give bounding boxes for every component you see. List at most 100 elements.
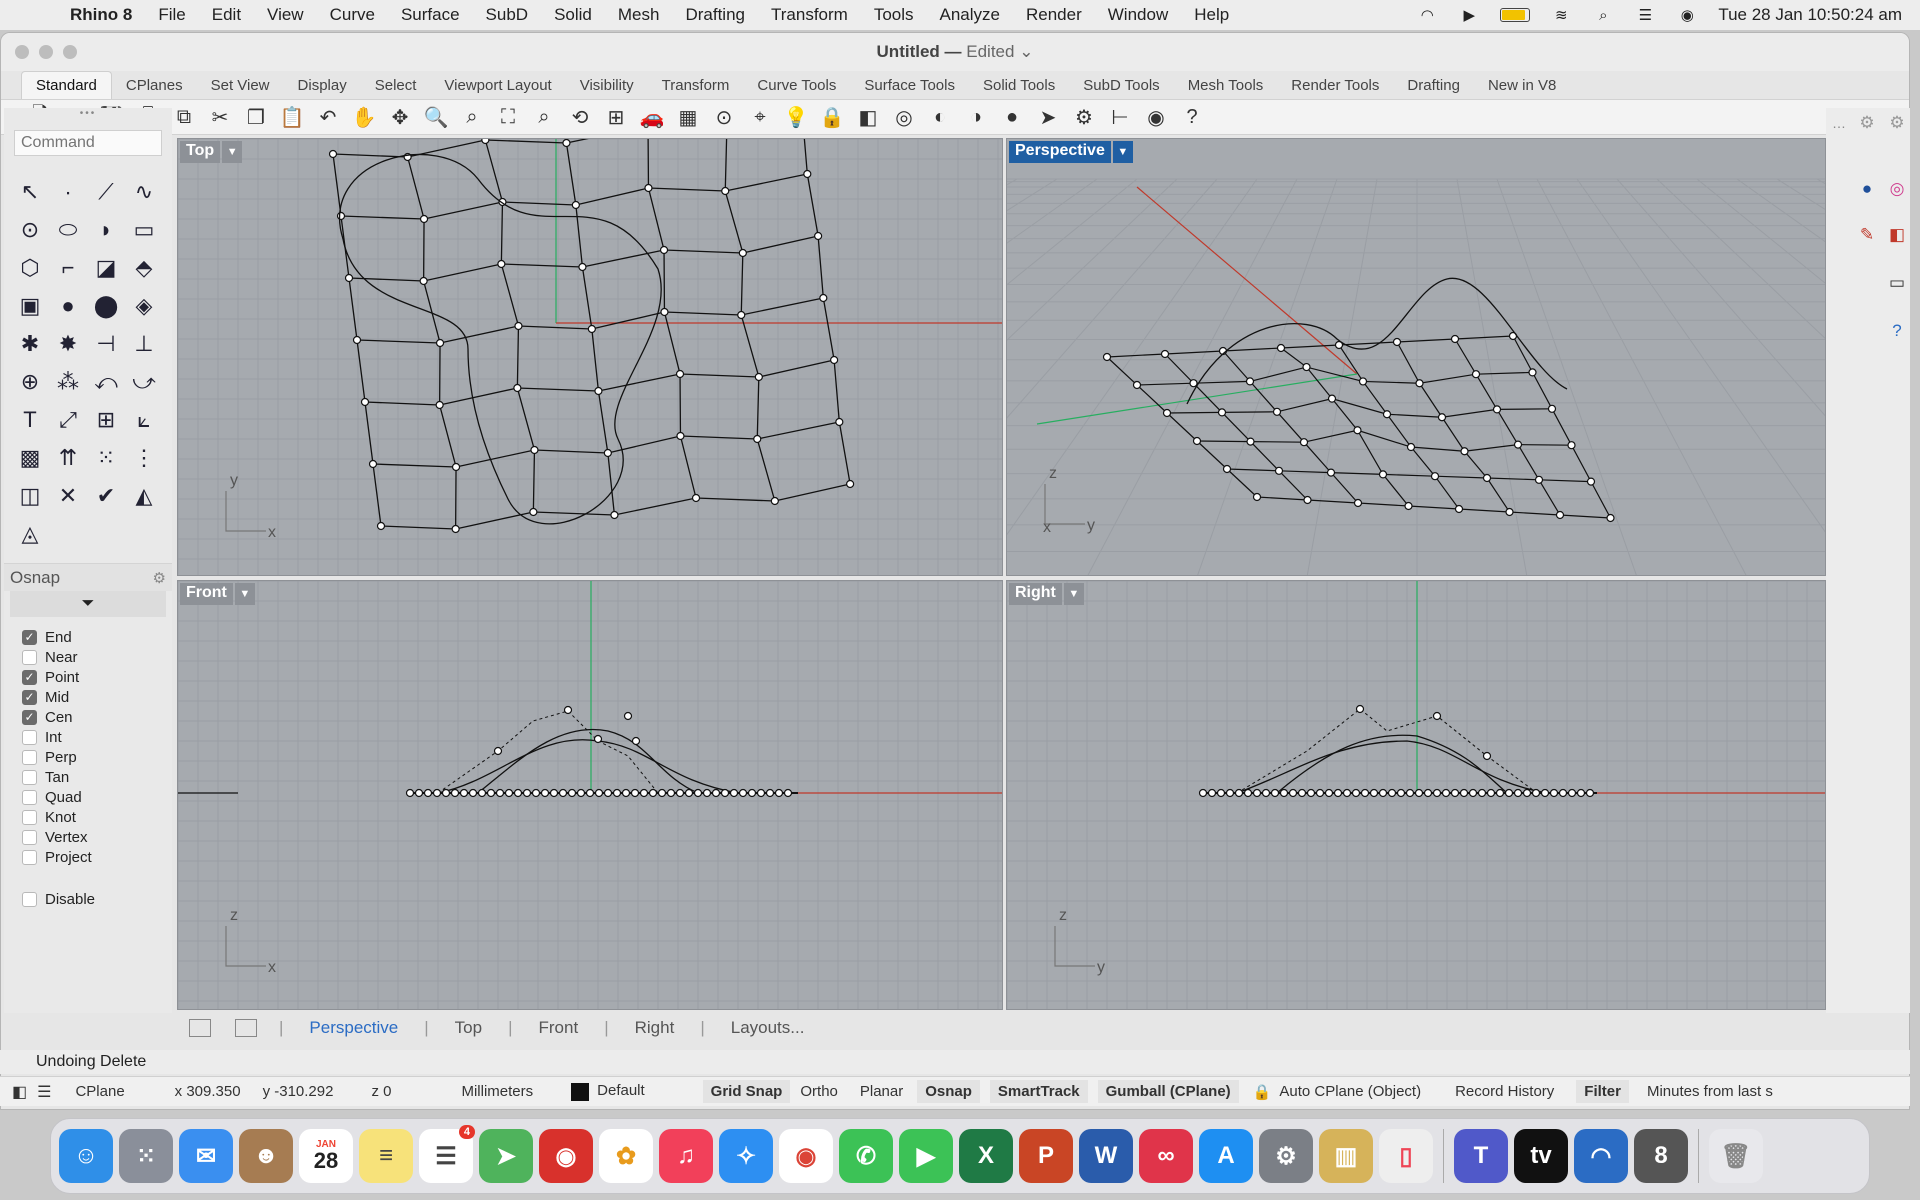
menu-subd[interactable]: SubD	[486, 5, 529, 25]
fillet-icon[interactable]: ⌐	[50, 250, 86, 285]
array-icon[interactable]: ⊞	[88, 402, 124, 437]
viewport-perspective[interactable]: Perspective ▼ z y x	[1006, 138, 1826, 576]
zoom-icon[interactable]: 🔍	[421, 102, 451, 132]
viewport-name[interactable]: Perspective	[1009, 141, 1111, 163]
single-viewport-icon[interactable]	[235, 1019, 257, 1037]
record-history-toggle[interactable]: Record History	[1455, 1083, 1554, 1100]
rotate-view-icon[interactable]: ✥	[385, 102, 415, 132]
menu-edit[interactable]: Edit	[212, 5, 241, 25]
tab-solid-tools[interactable]: Solid Tools	[969, 77, 1069, 99]
lock-icon[interactable]: 🔒	[1253, 1083, 1272, 1101]
osnap-icon[interactable]: ⌖	[745, 102, 775, 132]
menu-help[interactable]: Help	[1194, 5, 1229, 25]
book-icon[interactable]: ◫	[12, 478, 48, 513]
tab-transform[interactable]: Transform	[648, 77, 744, 99]
export-icon[interactable]: ⧉	[169, 102, 199, 132]
grid-snap-toggle[interactable]: Grid Snap	[702, 1080, 791, 1103]
ortho-toggle[interactable]: Ortho	[800, 1083, 838, 1100]
filter-toggle[interactable]: Filter	[1576, 1080, 1629, 1103]
facetime-icon[interactable]: ▶	[899, 1129, 953, 1183]
osnap-item[interactable]: Int	[22, 727, 172, 747]
smarttrack-toggle[interactable]: SmartTrack	[989, 1080, 1088, 1103]
tab-mesh-tools[interactable]: Mesh Tools	[1174, 77, 1278, 99]
shaded-icon[interactable]: ◐	[925, 102, 955, 132]
control-center-icon[interactable]: ☰	[1634, 6, 1656, 24]
chevron-down-icon[interactable]: ▼	[1063, 583, 1084, 605]
menu-window[interactable]: Window	[1108, 5, 1168, 25]
cube-blue-icon[interactable]: ▩	[12, 440, 48, 475]
status-units[interactable]: Millimeters	[461, 1083, 533, 1100]
finder-icon[interactable]: ☺	[59, 1129, 113, 1183]
system-settings-icon[interactable]: ⚙	[1259, 1129, 1313, 1183]
excel-icon[interactable]: X	[959, 1129, 1013, 1183]
gear-icon[interactable]: ⚙	[1886, 112, 1908, 134]
tab-surface-tools[interactable]: Surface Tools	[850, 77, 969, 99]
osnap-item[interactable]: Near	[22, 647, 172, 667]
osnap-disable[interactable]: Disable	[22, 889, 172, 909]
zoom-selected-icon[interactable]: ⌕	[529, 102, 559, 132]
creative-cloud-icon[interactable]: ∞	[1139, 1129, 1193, 1183]
calendar-icon[interactable]: JAN 28	[299, 1129, 353, 1183]
photo-booth-icon[interactable]: ◉	[539, 1129, 593, 1183]
join-icon[interactable]: ⊕	[12, 364, 48, 399]
layers-icon[interactable]: ◧	[1886, 224, 1908, 246]
planar-toggle[interactable]: Planar	[860, 1083, 903, 1100]
osnap-item[interactable]: Quad	[22, 787, 172, 807]
iphone-mirroring-icon[interactable]: ▯	[1379, 1129, 1433, 1183]
osnap-item[interactable]: Perp	[22, 747, 172, 767]
tab-viewport-layout[interactable]: Viewport Layout	[430, 77, 565, 99]
lock-icon[interactable]: 🔒	[817, 102, 847, 132]
viewport-top[interactable]: Top ▼ yx	[177, 138, 1003, 576]
osnap-item[interactable]: ✓ Mid	[22, 687, 172, 707]
osnap-checkbox[interactable]: ✓	[22, 689, 37, 705]
play-icon[interactable]: ▶	[1458, 6, 1480, 24]
osnap-checkbox[interactable]	[22, 749, 37, 765]
status-layer[interactable]: Default	[571, 1082, 645, 1101]
spotlight-icon[interactable]: ⌕	[1592, 6, 1614, 24]
menu-mesh[interactable]: Mesh	[618, 5, 660, 25]
maps-icon[interactable]: ➤	[479, 1129, 533, 1183]
pencil-icon[interactable]: ✎	[1856, 224, 1878, 246]
tab-set-view[interactable]: Set View	[197, 77, 284, 99]
dot-grid-icon[interactable]: ⁙	[88, 440, 124, 475]
trim-icon[interactable]: ⊣	[88, 326, 124, 361]
group-icon[interactable]: ⁂	[50, 364, 86, 399]
menu-solid[interactable]: Solid	[554, 5, 592, 25]
mesh-plane-icon[interactable]: ◈	[126, 288, 162, 323]
zoom-window-icon[interactable]: ⌕	[457, 102, 487, 132]
osnap-item[interactable]: Vertex	[22, 827, 172, 847]
tab-subd-tools[interactable]: SubD Tools	[1069, 77, 1173, 99]
osnap-item[interactable]: ✓ End	[22, 627, 172, 647]
undo-view-icon[interactable]: ⟲	[565, 102, 595, 132]
tools-icon[interactable]: ✕	[50, 478, 86, 513]
viewport-name[interactable]: Right	[1009, 583, 1062, 605]
photos-icon[interactable]: ✿	[599, 1129, 653, 1183]
command-input[interactable]	[14, 130, 162, 156]
explode-icon[interactable]: ✸	[50, 326, 86, 361]
pan-icon[interactable]: ✋	[349, 102, 379, 132]
trash-icon[interactable]: 🗑	[1709, 1129, 1763, 1183]
chevron-down-icon[interactable]: ▼	[234, 583, 255, 605]
vp-tab-front[interactable]: Front	[523, 1018, 595, 1038]
gear-icon[interactable]: ⚙	[1069, 102, 1099, 132]
box-icon[interactable]: ▣	[12, 288, 48, 323]
tab-cplanes[interactable]: CPlanes	[112, 77, 197, 99]
chevron-down-icon[interactable]: ⌄	[1019, 42, 1033, 61]
vp-tab-right[interactable]: Right	[619, 1018, 691, 1038]
osnap-checkbox[interactable]: ✓	[22, 669, 37, 685]
blend-curve-icon[interactable]: ⤻	[126, 364, 162, 399]
menu-analyze[interactable]: Analyze	[940, 5, 1000, 25]
circle-icon[interactable]: ⊙	[12, 212, 48, 247]
menu-transform[interactable]: Transform	[771, 5, 848, 25]
solid-sphere-icon[interactable]: ●	[50, 288, 86, 323]
osnap-checkbox[interactable]	[22, 649, 37, 665]
list-icon[interactable]: ☰	[37, 1082, 51, 1102]
boolean-icon[interactable]: ✱	[12, 326, 48, 361]
app-store-icon[interactable]: A	[1199, 1129, 1253, 1183]
osnap-checkbox[interactable]	[22, 829, 37, 845]
ruler-icon[interactable]: ⋮	[126, 440, 162, 475]
wifi-icon[interactable]: ≋	[1550, 6, 1572, 24]
vp-tab-top[interactable]: Top	[439, 1018, 498, 1038]
color-wheel-icon[interactable]: ◎	[1886, 178, 1908, 200]
menu-drafting[interactable]: Drafting	[685, 5, 745, 25]
